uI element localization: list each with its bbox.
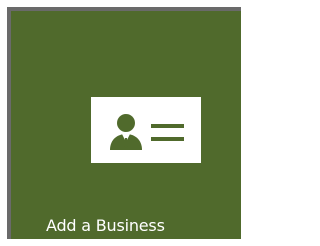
tile-label: Add a Business <box>46 216 165 235</box>
add-business-tile[interactable]: Add a Business <box>7 7 241 239</box>
business-card-icon <box>91 97 201 163</box>
